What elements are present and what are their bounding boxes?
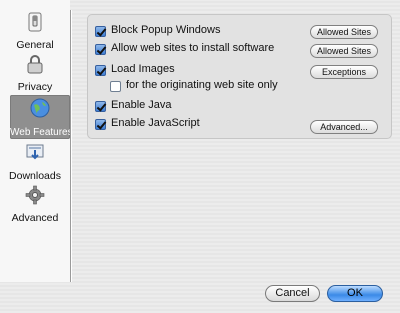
sidebar-item-privacy[interactable]: Privacy: [6, 54, 64, 94]
ok-button[interactable]: OK: [327, 285, 383, 302]
originating-only-label: for the originating web site only: [126, 79, 278, 91]
globe-icon: [30, 98, 50, 118]
enable-javascript-checkbox[interactable]: [95, 119, 106, 130]
load-images-label: Load Images: [111, 63, 175, 75]
allow-install-checkbox[interactable]: [95, 44, 106, 55]
sidebar-item-label: General: [16, 39, 54, 51]
lock-icon: [27, 55, 43, 74]
sidebar-item-advanced[interactable]: Advanced: [6, 185, 64, 225]
sidebar-item-label: Privacy: [17, 81, 53, 93]
preferences-sidebar: General Privacy Web Features Downloads A…: [0, 0, 73, 282]
load-images-exceptions-button[interactable]: Exceptions: [310, 65, 378, 79]
sidebar-item-label: Downloads: [9, 170, 61, 182]
originating-only-checkbox[interactable]: [110, 81, 121, 92]
web-features-pane: Block Popup Windows Allowed Sites Allow …: [70, 0, 400, 282]
load-images-checkbox[interactable]: [95, 65, 106, 76]
web-features-group: Block Popup Windows Allowed Sites Allow …: [87, 14, 392, 139]
general-switch-icon: [28, 12, 42, 32]
allow-install-allowed-sites-button[interactable]: Allowed Sites: [310, 44, 378, 58]
enable-java-label: Enable Java: [111, 99, 172, 111]
enable-java-checkbox[interactable]: [95, 101, 106, 112]
cancel-button[interactable]: Cancel: [265, 285, 320, 302]
sidebar-item-web-features[interactable]: Web Features: [10, 95, 73, 139]
gear-icon: [25, 185, 45, 205]
javascript-advanced-button[interactable]: Advanced...: [310, 120, 378, 134]
sidebar-item-label: Advanced: [11, 212, 59, 224]
block-popups-allowed-sites-button[interactable]: Allowed Sites: [310, 25, 378, 39]
sidebar-item-downloads[interactable]: Downloads: [6, 143, 64, 183]
enable-javascript-label: Enable JavaScript: [111, 117, 200, 129]
allow-install-label: Allow web sites to install software: [111, 42, 275, 54]
block-popups-label: Block Popup Windows: [111, 24, 221, 36]
block-popups-checkbox[interactable]: [95, 26, 106, 37]
download-icon: [26, 144, 44, 160]
sidebar-item-label: Web Features: [10, 127, 73, 138]
sidebar-item-general[interactable]: General: [6, 12, 64, 52]
